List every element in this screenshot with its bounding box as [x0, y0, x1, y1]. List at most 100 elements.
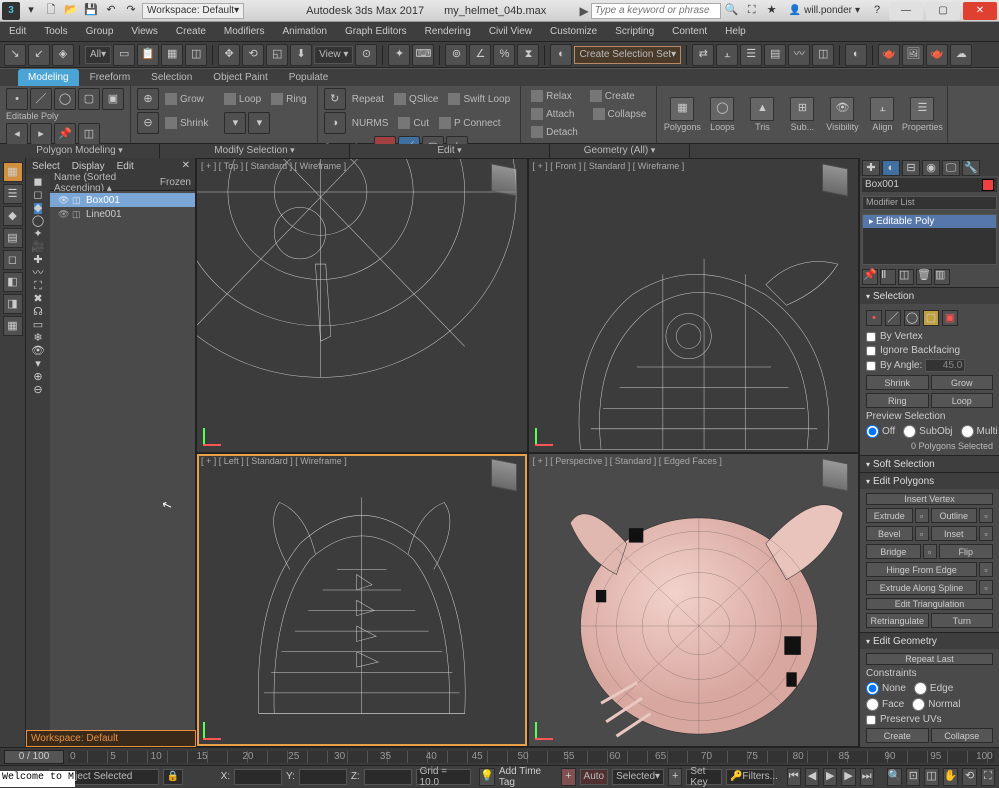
menu-modifiers[interactable]: Modifiers: [215, 22, 274, 42]
scene-item[interactable]: 👁◫Line001: [50, 207, 195, 221]
menu-animation[interactable]: Animation: [273, 22, 335, 42]
menu-tools[interactable]: Tools: [35, 22, 76, 42]
xref-filter-icon[interactable]: ✖: [33, 294, 42, 305]
z-coord-field[interactable]: [364, 769, 412, 785]
place-icon[interactable]: ⬇: [290, 44, 312, 66]
retriangulate-button[interactable]: Retriangulate: [866, 613, 929, 628]
select-object-icon[interactable]: ▭: [113, 44, 135, 66]
nav-orbit-icon[interactable]: ⟲: [962, 768, 976, 786]
rotate-icon[interactable]: ⟲: [242, 44, 264, 66]
hierarchy-tab-icon[interactable]: ⊟: [902, 160, 920, 176]
ribbon-toggle-icon[interactable]: ▤: [764, 44, 786, 66]
vertex-mode-icon[interactable]: •: [6, 88, 28, 110]
insert-vertex-button[interactable]: Insert Vertex: [866, 493, 993, 505]
motion-tab-icon[interactable]: ◉: [922, 160, 940, 176]
menu-create[interactable]: Create: [167, 22, 215, 42]
ref-coord-dropdown[interactable]: View ▾: [314, 46, 353, 64]
user-menu[interactable]: 👤will.ponder ▾: [783, 5, 866, 16]
grow-button[interactable]: Grow: [161, 91, 208, 107]
pivot-icon[interactable]: ⊙: [355, 44, 377, 66]
collapse-geo-button[interactable]: Collapse: [931, 728, 994, 743]
close-button[interactable]: ✕: [963, 2, 997, 20]
viewcube-icon[interactable]: [491, 458, 517, 491]
scene-tree[interactable]: 👁◫Box001👁◫Line001: [50, 191, 195, 730]
ribbon-big-align[interactable]: ⫠Align: [863, 88, 901, 140]
viewport-left[interactable]: [ + ] [ Left ] [ Standard ] [ Wireframe …: [197, 454, 527, 747]
curve-editor-icon[interactable]: 〰: [788, 44, 810, 66]
key-target-dropdown[interactable]: Selected ▾: [612, 769, 664, 785]
grow-icon[interactable]: ⊕: [137, 88, 159, 110]
relax-button[interactable]: Relax: [527, 88, 576, 104]
move-icon[interactable]: ✥: [218, 44, 240, 66]
workspace-dropdown[interactable]: Workspace: Default ▾: [142, 3, 244, 19]
ribbon-tab-freeform[interactable]: Freeform: [80, 69, 141, 86]
display-none-icon[interactable]: ◻: [33, 190, 42, 201]
lock-selection-icon[interactable]: 🔒: [163, 769, 183, 785]
geometry-filter-icon[interactable]: ◆: [34, 203, 42, 214]
angle-spinner[interactable]: 45.0: [925, 359, 965, 372]
display-tab-icon[interactable]: 🖵: [942, 160, 960, 176]
repeat-last-button[interactable]: Repeat Last: [866, 653, 993, 665]
y-coord-field[interactable]: [299, 769, 347, 785]
close-icon[interactable]: ✕: [177, 158, 195, 175]
modify-tab-icon[interactable]: ◐: [882, 160, 900, 176]
pconnect-button[interactable]: P Connect: [435, 115, 505, 131]
edge-mode-icon[interactable]: ／: [30, 88, 52, 110]
viewcube-icon[interactable]: [491, 163, 517, 196]
preview-multi-radio[interactable]: Multi: [961, 425, 998, 438]
bridge-button[interactable]: Bridge: [866, 544, 921, 559]
frame-slider-thumb[interactable]: 0 / 100: [4, 750, 64, 764]
window-crossing-icon[interactable]: ◫: [185, 44, 207, 66]
select-link-icon[interactable]: ↘: [4, 44, 26, 66]
cameras-filter-icon[interactable]: 🎥: [31, 242, 45, 253]
render-icon[interactable]: 🫖: [926, 44, 948, 66]
helpers-filter-icon[interactable]: ✚: [33, 255, 42, 266]
ribbon-tab-modeling[interactable]: Modeling: [18, 69, 79, 86]
search-input[interactable]: [591, 3, 721, 19]
ring-button[interactable]: Ring: [267, 91, 311, 107]
render-setup-icon[interactable]: 🫖: [878, 44, 900, 66]
bind-icon[interactable]: ◈: [52, 44, 74, 66]
preview-subobj-radio[interactable]: SubObj: [903, 425, 952, 438]
bevel-settings-icon[interactable]: ▫: [915, 526, 929, 541]
app-menu-icon[interactable]: ▾: [22, 2, 40, 20]
star-icon[interactable]: ★: [763, 2, 781, 20]
lights-filter-icon[interactable]: ✦: [33, 229, 42, 240]
menu-graph-editors[interactable]: Graph Editors: [336, 22, 416, 42]
ribbon-big-polygons[interactable]: ▦Polygons: [663, 88, 701, 140]
viewport-label[interactable]: [ + ] [ Top ] [ Standard ] [ Wireframe ]: [201, 161, 346, 171]
bevel-button[interactable]: Bevel: [866, 526, 913, 541]
ribbon-big-visibility[interactable]: 👁Visibility: [823, 88, 861, 140]
loop-button[interactable]: Loop: [220, 91, 265, 107]
modifier-list-dropdown[interactable]: Modifier List: [862, 196, 997, 210]
create-tab-icon[interactable]: ✚: [862, 160, 880, 176]
detach-button[interactable]: Detach: [527, 124, 582, 140]
ribbon-tab-object-paint[interactable]: Object Paint: [203, 69, 277, 86]
loop-sel-button[interactable]: Loop: [931, 393, 994, 408]
viewport-label[interactable]: [ + ] [ Front ] [ Standard ] [ Wireframe…: [533, 161, 685, 171]
auto-key-button[interactable]: Auto: [580, 769, 609, 785]
rollout-header[interactable]: Edit Geometry: [860, 633, 999, 649]
menu-group[interactable]: Group: [77, 22, 123, 42]
rollout-header[interactable]: Selection: [860, 288, 999, 304]
vp-layout-2-icon[interactable]: ◧: [3, 272, 23, 292]
show-end-icon[interactable]: ◫: [78, 123, 100, 145]
shapes-filter-icon[interactable]: ◯: [32, 216, 44, 227]
extrude-settings-icon[interactable]: ▫: [915, 508, 929, 523]
ribbon-big-sub[interactable]: ⊞Sub...: [783, 88, 821, 140]
render-frame-icon[interactable]: 🖼: [902, 44, 924, 66]
preserve-uvs-checkbox[interactable]: Preserve UVs: [866, 714, 993, 725]
attach-button[interactable]: Attach: [527, 106, 578, 122]
by-vertex-checkbox[interactable]: By Vertex: [866, 331, 993, 342]
percent-snap-icon[interactable]: %: [493, 44, 515, 66]
next-mod-icon[interactable]: ▸: [30, 123, 52, 145]
pin-stack-icon[interactable]: 📌: [862, 269, 878, 285]
nurms-button[interactable]: NURMS: [348, 115, 393, 131]
a360-icon[interactable]: ☁: [950, 44, 972, 66]
visibility-icon[interactable]: 👁: [58, 195, 68, 205]
hidden-toggle-icon[interactable]: 👁: [31, 346, 45, 357]
show-end-stack-icon[interactable]: Ⅱ: [880, 269, 896, 285]
flip-button[interactable]: Flip: [939, 544, 994, 559]
rollout-header[interactable]: Soft Selection: [860, 456, 999, 472]
maximize-button[interactable]: ▢: [926, 2, 960, 20]
